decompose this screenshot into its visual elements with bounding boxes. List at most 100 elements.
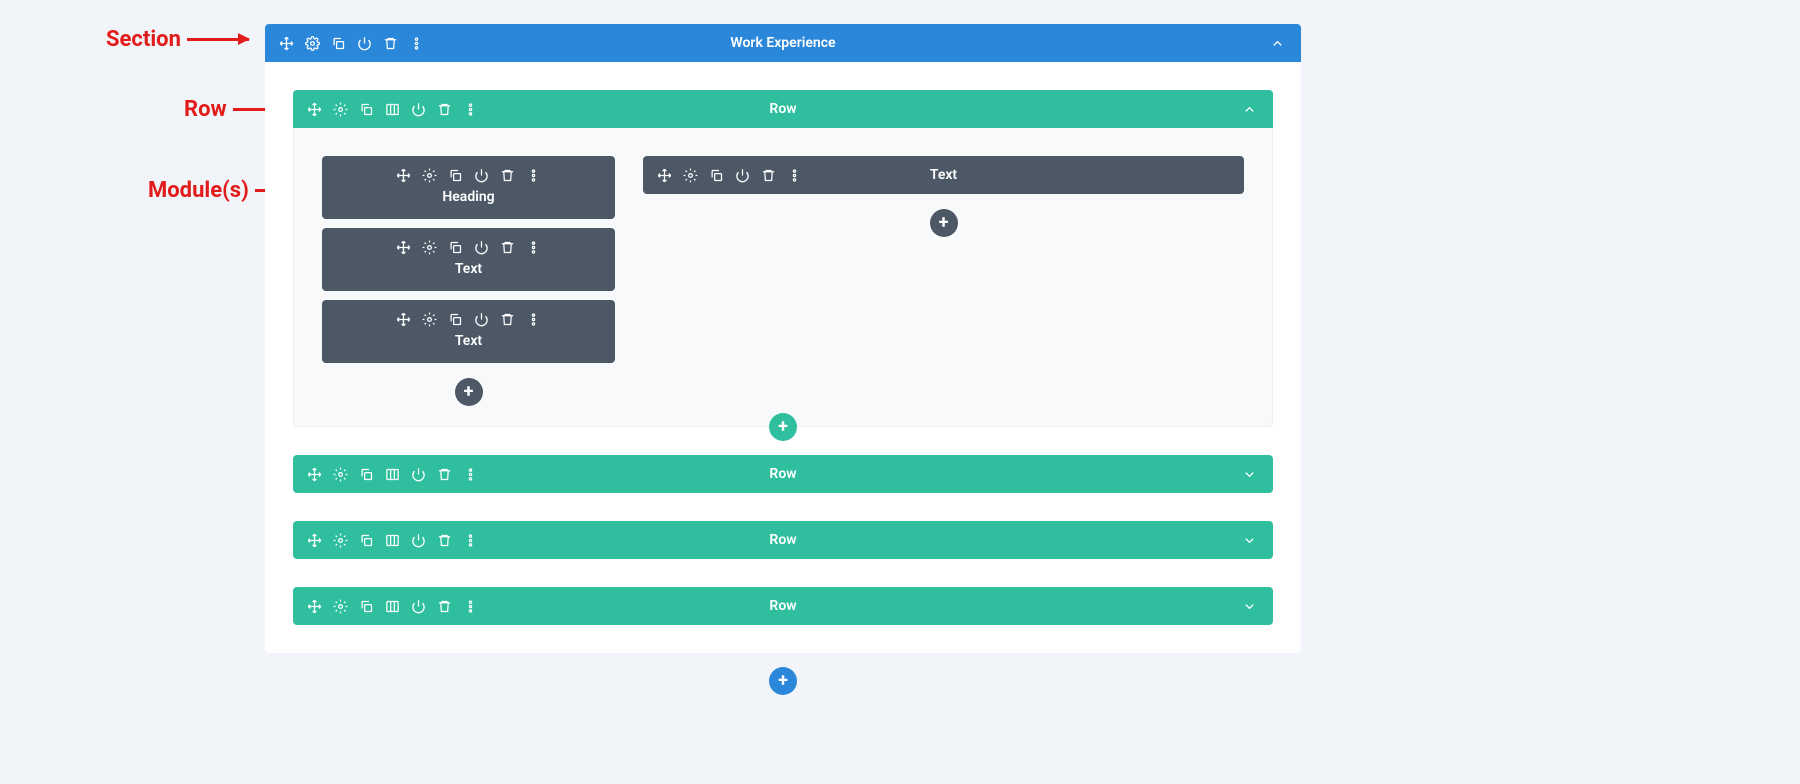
chevron-up-icon[interactable]	[1242, 102, 1257, 117]
add-module-button[interactable]: +	[455, 378, 483, 406]
row-toolbar	[307, 102, 478, 117]
columns-icon[interactable]	[385, 533, 400, 548]
more-icon[interactable]	[463, 102, 478, 117]
duplicate-icon[interactable]	[448, 240, 463, 255]
section-header[interactable]: Work Experience	[265, 24, 1301, 62]
gear-icon[interactable]	[333, 533, 348, 548]
trash-icon[interactable]	[500, 240, 515, 255]
duplicate-icon[interactable]	[359, 533, 374, 548]
trash-icon[interactable]	[500, 312, 515, 327]
more-icon[interactable]	[463, 599, 478, 614]
power-icon[interactable]	[735, 168, 750, 183]
duplicate-icon[interactable]	[331, 36, 346, 51]
more-icon[interactable]	[463, 467, 478, 482]
add-section-button[interactable]: +	[769, 667, 797, 695]
column-right: Text +	[643, 156, 1244, 237]
module-toolbar	[336, 312, 601, 327]
duplicate-icon[interactable]	[359, 467, 374, 482]
trash-icon[interactable]	[761, 168, 776, 183]
columns-icon[interactable]	[385, 467, 400, 482]
trash-icon[interactable]	[437, 467, 452, 482]
power-icon[interactable]	[411, 533, 426, 548]
move-icon[interactable]	[279, 36, 294, 51]
row-title: Row	[769, 466, 796, 482]
move-icon[interactable]	[396, 168, 411, 183]
section-title: Work Experience	[730, 35, 835, 51]
module-text[interactable]: Text	[643, 156, 1244, 194]
row-header-collapsed[interactable]: Row	[293, 587, 1273, 625]
chevron-down-icon[interactable]	[1242, 533, 1257, 548]
annotation-section-text: Section	[106, 27, 181, 52]
power-icon[interactable]	[474, 168, 489, 183]
module-text[interactable]: Text	[322, 228, 615, 291]
trash-icon[interactable]	[437, 533, 452, 548]
section-body: Row Heading	[265, 62, 1301, 653]
move-icon[interactable]	[307, 599, 322, 614]
gear-icon[interactable]	[422, 168, 437, 183]
gear-icon[interactable]	[333, 599, 348, 614]
row-toolbar	[307, 599, 478, 614]
more-icon[interactable]	[787, 168, 802, 183]
move-icon[interactable]	[307, 102, 322, 117]
add-module-button[interactable]: +	[930, 209, 958, 237]
chevron-down-icon[interactable]	[1242, 467, 1257, 482]
plus-icon: +	[464, 383, 474, 401]
gear-icon[interactable]	[333, 467, 348, 482]
row-header-expanded[interactable]: Row	[293, 90, 1273, 128]
module-label: Text	[336, 333, 601, 349]
more-icon[interactable]	[526, 240, 541, 255]
duplicate-icon[interactable]	[359, 102, 374, 117]
power-icon[interactable]	[474, 312, 489, 327]
trash-icon[interactable]	[500, 168, 515, 183]
row-title: Row	[769, 532, 796, 548]
move-icon[interactable]	[657, 168, 672, 183]
power-icon[interactable]	[357, 36, 372, 51]
duplicate-icon[interactable]	[448, 312, 463, 327]
gear-icon[interactable]	[683, 168, 698, 183]
plus-icon: +	[778, 672, 788, 690]
columns-icon[interactable]	[385, 102, 400, 117]
section-toolbar	[279, 36, 424, 51]
more-icon[interactable]	[463, 533, 478, 548]
power-icon[interactable]	[411, 599, 426, 614]
power-icon[interactable]	[411, 467, 426, 482]
row-title: Row	[769, 598, 796, 614]
arrow-icon	[187, 38, 249, 41]
gear-icon[interactable]	[422, 240, 437, 255]
duplicate-icon[interactable]	[448, 168, 463, 183]
power-icon[interactable]	[411, 102, 426, 117]
more-icon[interactable]	[409, 36, 424, 51]
duplicate-icon[interactable]	[709, 168, 724, 183]
module-label: Text	[336, 261, 601, 277]
module-heading[interactable]: Heading	[322, 156, 615, 219]
move-icon[interactable]	[396, 240, 411, 255]
module-text[interactable]: Text	[322, 300, 615, 363]
annotation-row-text: Row	[184, 97, 227, 122]
duplicate-icon[interactable]	[359, 599, 374, 614]
add-row-button[interactable]: +	[769, 413, 797, 441]
move-icon[interactable]	[307, 467, 322, 482]
annotation-modules-text: Module(s)	[148, 178, 249, 203]
column-left: Heading Text	[322, 156, 615, 406]
gear-icon[interactable]	[305, 36, 320, 51]
trash-icon[interactable]	[437, 599, 452, 614]
plus-icon: +	[939, 214, 949, 232]
move-icon[interactable]	[307, 533, 322, 548]
move-icon[interactable]	[396, 312, 411, 327]
power-icon[interactable]	[474, 240, 489, 255]
columns-icon[interactable]	[385, 599, 400, 614]
gear-icon[interactable]	[333, 102, 348, 117]
chevron-down-icon[interactable]	[1242, 599, 1257, 614]
more-icon[interactable]	[526, 168, 541, 183]
annotation-section: Section	[106, 27, 249, 52]
module-toolbar	[336, 168, 601, 183]
module-label: Text	[930, 167, 957, 183]
row-header-collapsed[interactable]: Row	[293, 521, 1273, 559]
chevron-up-icon[interactable]	[1270, 36, 1285, 51]
plus-icon: +	[778, 418, 788, 436]
gear-icon[interactable]	[422, 312, 437, 327]
more-icon[interactable]	[526, 312, 541, 327]
trash-icon[interactable]	[383, 36, 398, 51]
trash-icon[interactable]	[437, 102, 452, 117]
row-header-collapsed[interactable]: Row	[293, 455, 1273, 493]
